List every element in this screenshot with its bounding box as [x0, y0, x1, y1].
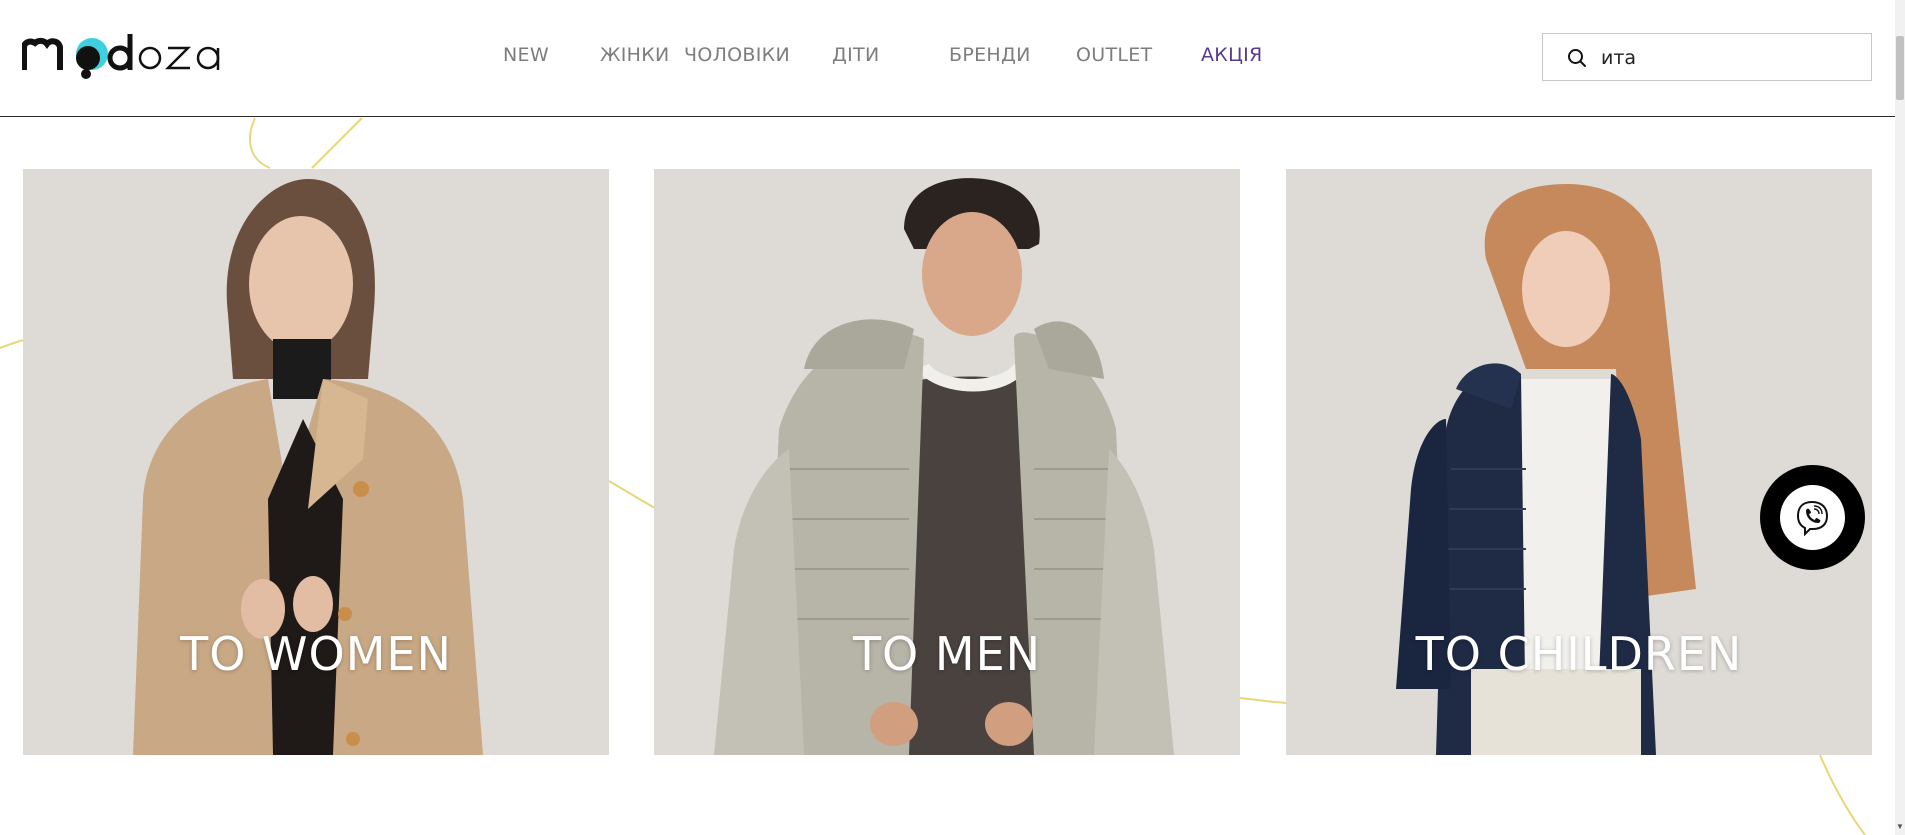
scrollbar-thumb[interactable] — [1896, 36, 1904, 100]
viber-chat-button[interactable] — [1760, 465, 1865, 570]
nav-item-outlet[interactable]: OUTLET — [1076, 44, 1152, 66]
category-label-men: TO MEN — [852, 627, 1042, 681]
search-input[interactable] — [1601, 42, 1861, 74]
logo-graphic — [22, 34, 220, 79]
category-card-men[interactable]: TO MEN — [654, 169, 1240, 755]
nav-item-new[interactable]: NEW — [503, 44, 549, 66]
nav-item-women[interactable]: ЖІНКИ — [600, 44, 670, 66]
category-card-women[interactable]: TO WOMEN — [23, 169, 609, 755]
nav-item-brands[interactable]: БРЕНДИ — [949, 44, 1031, 66]
page: NEW ЖІНКИ ЧОЛОВІКИ ДІТИ БРЕНДИ OUTLET АК… — [0, 0, 1905, 835]
category-label-women: TO WOMEN — [180, 627, 452, 681]
search-icon[interactable] — [1567, 48, 1587, 68]
viber-button-inner — [1780, 485, 1845, 550]
modoza-logo[interactable] — [22, 28, 234, 80]
nav-item-sale[interactable]: АКЦІЯ — [1201, 44, 1263, 66]
category-label-children: TO CHILDREN — [1415, 627, 1743, 681]
site-header: NEW ЖІНКИ ЧОЛОВІКИ ДІТИ БРЕНДИ OUTLET АК… — [0, 0, 1895, 117]
search-box[interactable] — [1542, 33, 1872, 81]
nav-item-kids[interactable]: ДІТИ — [832, 44, 879, 66]
scroll-down-icon[interactable]: ▼ — [1895, 822, 1905, 832]
nav-item-men[interactable]: ЧОЛОВІКИ — [684, 44, 790, 66]
page-scrollbar[interactable]: ▼ — [1895, 0, 1905, 835]
viber-icon — [1796, 500, 1829, 536]
category-card-children[interactable]: TO CHILDREN — [1286, 169, 1872, 755]
